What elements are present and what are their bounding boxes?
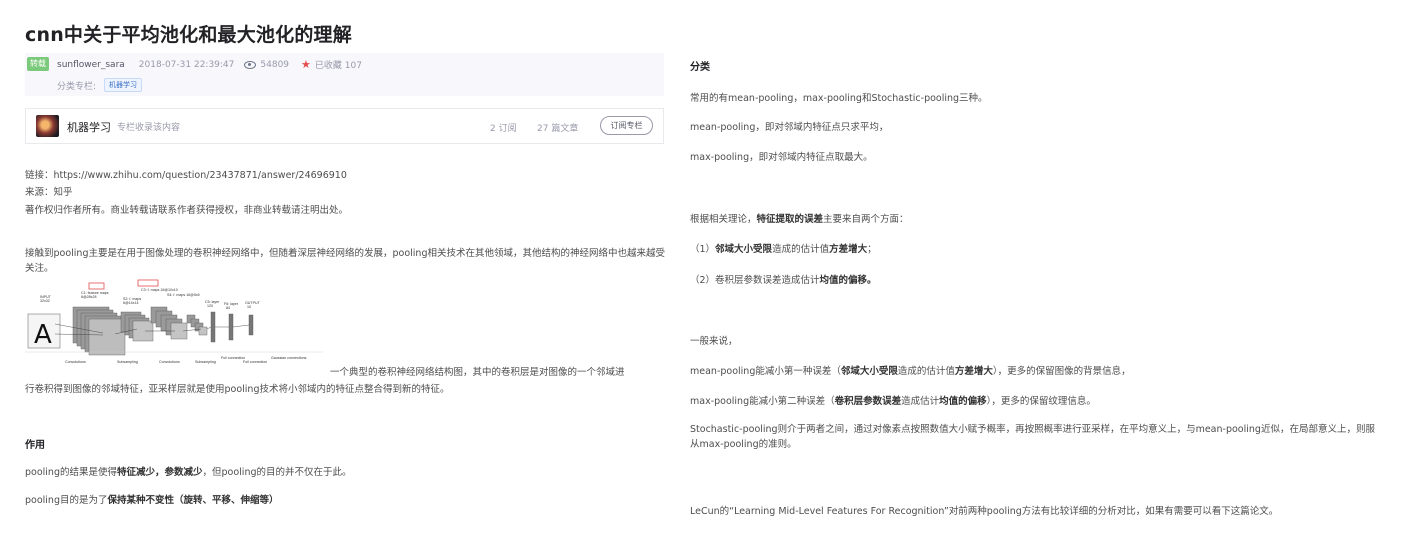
- text-run: （2）卷积层参数误差造成估计: [690, 275, 820, 286]
- diagram-input-size: 32x32: [40, 299, 50, 303]
- section-title-types: 分类: [690, 62, 710, 73]
- source-link[interactable]: 链接：https://www.zhihu.com/question/234378…: [25, 167, 347, 181]
- column-thumbnail[interactable]: [36, 115, 59, 137]
- mean-pooling-def: mean-pooling，即对邻域内特征点只求平均，: [690, 122, 889, 133]
- section-title-effect: 作用: [25, 440, 45, 451]
- bold-run: 邻域大小受限: [715, 244, 773, 255]
- article-title: cnn中关于平均池化和最大池化的理解: [25, 24, 352, 46]
- cnn-architecture-diagram: INPUT 32x32 C1: feature maps 6@28x28 S2:…: [25, 279, 323, 364]
- error-source-1: （1）邻域大小受限造成的估计值方差增大；: [690, 241, 877, 255]
- bold-run: 方差增大: [954, 366, 993, 377]
- bold-run: 均值的偏移: [939, 396, 987, 407]
- eye-icon: [244, 60, 257, 69]
- text-run: mean-pooling能减小第一种误差（: [690, 366, 841, 377]
- category-tag[interactable]: 机器学习: [104, 78, 143, 92]
- text-run: pooling的结果是使得: [25, 467, 117, 478]
- view-count: 54809: [260, 59, 290, 70]
- max-pooling-def: max-pooling，即对邻域内特征点取最大。: [690, 152, 873, 163]
- publish-time: 2018-07-31 22:39:47: [138, 59, 235, 70]
- bold-run: 保持某种不变性（旋转、平移、伸缩等）: [107, 495, 279, 506]
- diagram-s2-size: 6@14x14: [123, 301, 138, 305]
- diagram-step-sub1: Subsampling: [117, 360, 138, 364]
- diagram-step-conv1: Convolutions: [65, 360, 86, 364]
- diagram-s4-label: S4: f. maps 16@5x5: [167, 293, 200, 297]
- figure-caption-line-2: 行卷积得到图像的邻域特征，亚采样层就是使用pooling技术将小邻域内的特征点整…: [25, 384, 450, 395]
- types-paragraph: 常用的有mean-pooling，max-pooling和Stochastic-…: [690, 93, 988, 104]
- bold-run: 方差增大: [829, 244, 868, 255]
- column-post-count: 27 篇文章: [537, 124, 579, 134]
- article-meta: 转载 sunflower_sara 2018-07-31 22:39:47 54…: [25, 53, 664, 96]
- lecun-reference: LeCun的“Learning Mid-Level Features For R…: [690, 506, 1279, 517]
- text-run: max-pooling能减小第二种误差（: [690, 396, 835, 407]
- text-run: ，但pooling的目的并不仅在于此。: [202, 467, 352, 478]
- favorite-count[interactable]: 已收藏 107: [315, 58, 362, 71]
- diagram-step-full2: Full connection: [243, 360, 267, 364]
- error-sources-intro: 根据相关理论，特征提取的误差主要来自两个方面：: [690, 211, 909, 225]
- meta-row: sunflower_sara 2018-07-31 22:39:47 54809…: [57, 58, 362, 71]
- diagram-step-sub2: Subsampling: [195, 360, 216, 364]
- bold-run: 均值的偏移。: [819, 275, 877, 286]
- diagram-output-n: 10: [247, 305, 251, 309]
- column-subscribers: 2 订阅: [490, 124, 517, 134]
- text-run: ），更多的保留图像的背景信息，: [992, 366, 1131, 377]
- figure-caption-line-1: 一个典型的卷积神经网络结构图，其中的卷积层是对图像的一个邻域进: [330, 367, 625, 378]
- author-link[interactable]: sunflower_sara: [57, 60, 125, 70]
- diagram-step-gauss: Gaussian connections: [271, 356, 307, 360]
- column-desc: 专栏收录该内容: [117, 123, 181, 133]
- text-run: 造成估计: [901, 396, 940, 407]
- diagram-c5-n: 120: [207, 304, 213, 308]
- text-run: 造成的估计值: [897, 366, 955, 377]
- subscribe-column-button[interactable]: 订阅专栏: [600, 116, 653, 135]
- diagram-highlight-box-1: [88, 282, 105, 290]
- text-run: pooling目的是为了: [25, 495, 108, 506]
- copyright-note: 著作权归作者所有。商业转载请联系作者获得授权，非商业转载请注明出处。: [25, 205, 349, 216]
- column-name[interactable]: 机器学习: [67, 119, 111, 135]
- bold-run: 卷积层参数误差: [834, 396, 902, 407]
- bold-run: 特征减少，参数减少: [117, 467, 203, 478]
- diagram-highlight-box-2: [137, 279, 159, 287]
- star-icon[interactable]: ★: [301, 58, 311, 71]
- repost-badge: 转载: [27, 57, 49, 71]
- stochastic-pooling-paragraph: Stochastic-pooling则介于两者之间，通过对像素点按照数值大小赋予…: [690, 424, 1375, 450]
- error-source-2: （2）卷积层参数误差造成估计均值的偏移。: [690, 272, 877, 286]
- bold-run: 特征提取的误差: [756, 214, 824, 225]
- column-card: 机器学习 专栏收录该内容 2 订阅 27 篇文章 订阅专栏: [25, 108, 664, 144]
- diagram-c1-size: 6@28x28: [81, 295, 96, 299]
- text-run: 主要来自两个方面：: [823, 214, 909, 225]
- source-name: 来源：知乎: [25, 187, 73, 198]
- text-run: 造成的估计值: [772, 244, 830, 255]
- text-run: ），更多的保留纹理信息。: [986, 396, 1096, 407]
- effect-paragraph-2: pooling目的是为了保持某种不变性（旋转、平移、伸缩等）: [25, 492, 279, 506]
- mean-pooling-effect: mean-pooling能减小第一种误差（邻域大小受限造成的估计值方差增大），更…: [690, 363, 1131, 377]
- text-run: 根据相关理论，: [690, 214, 757, 225]
- effect-paragraph-1: pooling的结果是使得特征减少，参数减少，但pooling的目的并不仅在于此…: [25, 464, 352, 478]
- text-run: ；: [867, 244, 877, 255]
- diagram-f6-n: 84: [226, 306, 230, 310]
- text-run: （1）: [690, 244, 716, 255]
- diagram-step-full1: Full connection: [221, 356, 245, 360]
- diagram-c3-label: C3: f. maps 16@10x10: [141, 288, 178, 292]
- category-label: 分类专栏:: [57, 81, 97, 92]
- intro-paragraph: 接触到pooling主要是在用于图像处理的卷积神经网络中，但随着深层神经网络的发…: [25, 248, 665, 274]
- category-row: 分类专栏: 机器学习: [57, 78, 143, 92]
- bold-run: 邻域大小受限: [840, 366, 898, 377]
- diagram-step-conv2: Convolutions: [159, 360, 180, 364]
- diagram-input-glyph: A: [34, 320, 52, 350]
- general-intro: 一般来说，: [690, 336, 738, 347]
- max-pooling-effect: max-pooling能减小第二种误差（卷积层参数误差造成估计均值的偏移），更多…: [690, 393, 1096, 407]
